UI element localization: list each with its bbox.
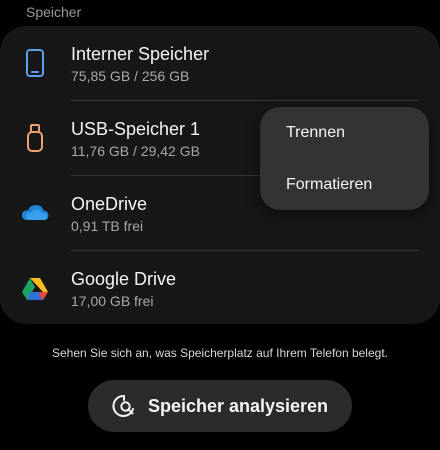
storage-item-internal[interactable]: Interner Speicher 75,85 GB / 256 GB [0,26,440,100]
storage-item-title: OneDrive [71,194,148,214]
menu-item-disconnect[interactable]: Trennen [286,124,345,142]
section-header: Speicher [26,4,82,20]
usb-drive-icon [20,123,50,153]
storage-hint-text: Sehen Sie sich an, was Speicherplatz auf… [52,346,388,360]
storage-analyze-icon [112,393,138,419]
analyze-storage-button[interactable]: Speicher analysieren [88,380,352,432]
onedrive-icon [20,198,50,228]
storage-item-free: 17,00 GB frei [71,293,154,309]
storage-item-usage: 75,85 GB / 256 GB [71,68,190,84]
analyze-storage-label: Speicher analysieren [147,395,329,416]
storage-item-usage: 11,76 GB / 29,42 GB [71,143,200,159]
google-drive-icon [20,273,50,303]
storage-item-title: Interner Speicher [71,44,210,64]
storage-item-google-drive[interactable]: Google Drive 17,00 GB frei [0,251,440,325]
phone-icon [20,48,50,78]
context-menu: Trennen Formatieren [260,107,429,210]
storage-item-free: 0,91 TB frei [71,218,144,234]
menu-item-format[interactable]: Formatieren [286,176,372,194]
storage-item-title: Google Drive [71,269,177,289]
storage-item-title: USB-Speicher 1 [71,119,201,139]
